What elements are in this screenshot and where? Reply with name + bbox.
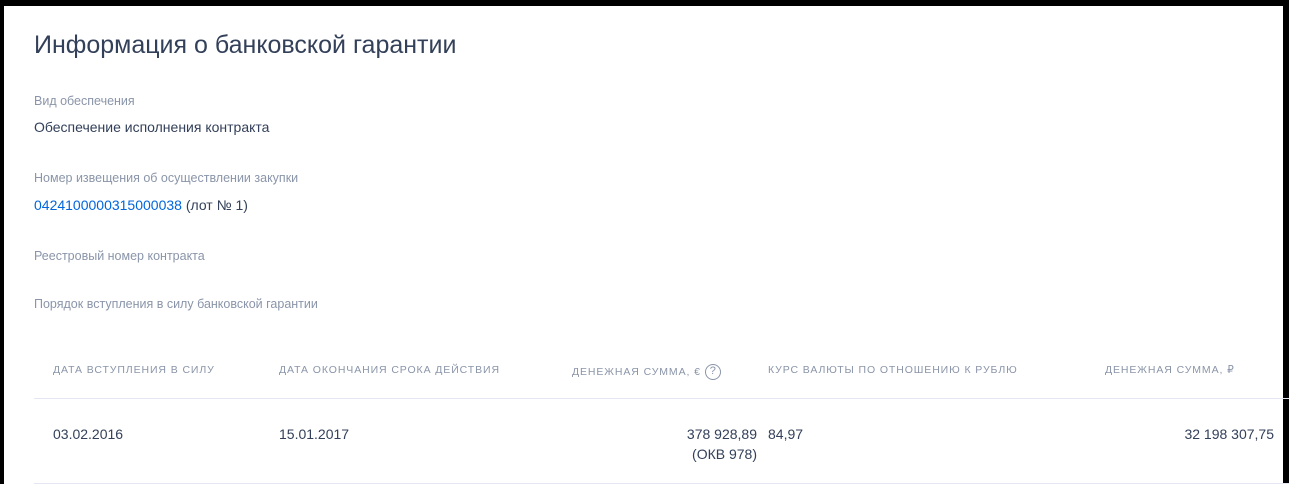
notice-number-link[interactable]: 0424100000315000038 bbox=[34, 197, 182, 213]
table-header: Дата вступления в силу Дата окончания ср… bbox=[34, 338, 1289, 399]
cell-amount-rub: 32 198 307,75 bbox=[1184, 426, 1274, 442]
guarantee-terms-table: Дата вступления в силу Дата окончания ср… bbox=[34, 338, 1289, 484]
table-row: 03.02.2016 15.01.2017 378 928,89 (ОКВ 97… bbox=[34, 399, 1289, 484]
cell-amount-eur: 378 928,89 (ОКВ 978) bbox=[687, 424, 757, 464]
column-header-end-date: Дата окончания срока действия bbox=[279, 364, 500, 376]
notice-number-value: 0424100000315000038 (лот № 1) bbox=[34, 197, 248, 213]
security-type-label: Вид обеспечения bbox=[34, 94, 135, 108]
page-title: Информация о банковской гарантии bbox=[34, 31, 457, 59]
cell-amount-eur-currency-code: (ОКВ 978) bbox=[692, 446, 757, 462]
lot-number-text: (лот № 1) bbox=[185, 197, 248, 213]
column-header-amount-eur: Денежная сумма, €? bbox=[572, 364, 721, 380]
entry-procedure-label: Порядок вступления в силу банковской гар… bbox=[34, 297, 318, 311]
security-type-value: Обеспечение исполнения контракта bbox=[34, 119, 270, 135]
column-header-start-date: Дата вступления в силу bbox=[53, 364, 215, 376]
cell-rate: 84,97 bbox=[768, 426, 804, 442]
bank-guarantee-card: Информация о банковской гарантии Вид обе… bbox=[4, 6, 1289, 484]
column-header-amount-eur-label: Денежная сумма, € bbox=[572, 365, 701, 378]
cell-amount-eur-value: 378 928,89 bbox=[686, 426, 757, 442]
cell-start-date: 03.02.2016 bbox=[53, 426, 124, 442]
cell-end-date: 15.01.2017 bbox=[279, 426, 350, 442]
contract-registry-number-label: Реестровый номер контракта bbox=[34, 249, 205, 263]
question-circle-icon[interactable]: ? bbox=[704, 364, 721, 380]
column-header-rate: Курс валюты по отношению к рублю bbox=[768, 364, 1018, 376]
notice-number-label: Номер извещения об осуществлении закупки bbox=[34, 171, 299, 185]
column-header-amount-rub: Денежная сумма, ₽ bbox=[1105, 364, 1235, 376]
